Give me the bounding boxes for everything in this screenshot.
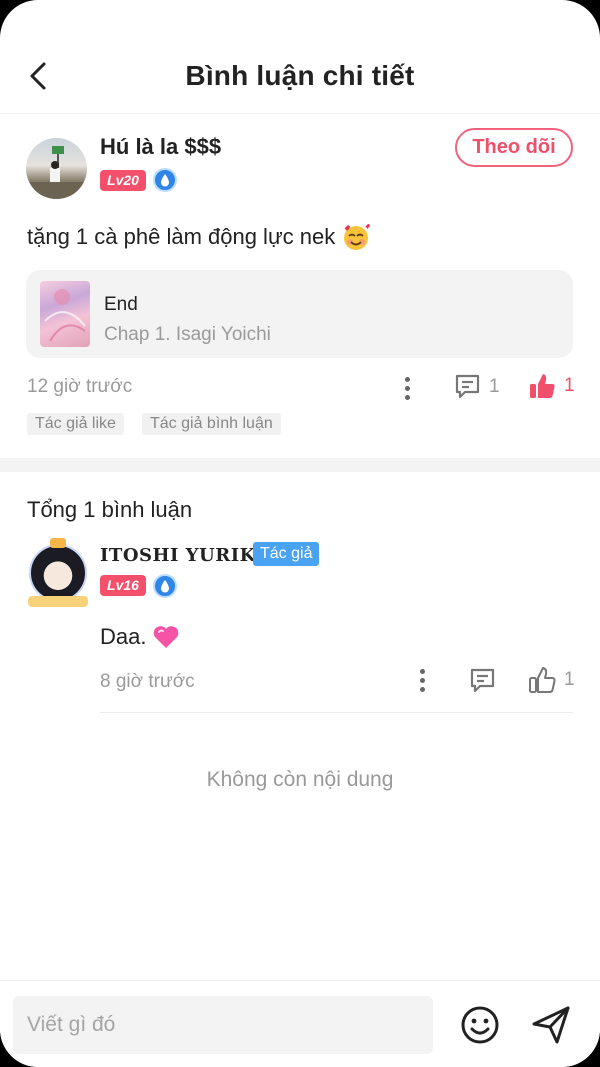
comment-icon [470, 668, 495, 693]
comment-text: Daa. [100, 624, 147, 649]
reply-button[interactable] [469, 667, 496, 694]
avatar[interactable] [26, 138, 87, 199]
level-badge: Lv20 [100, 170, 146, 191]
page-title: Bình luận chi tiết [185, 60, 415, 91]
author-badge: Tác giả [253, 542, 320, 566]
comment-username[interactable]: ITOSHI YURIKO [100, 545, 271, 566]
thumbs-up-outline-icon [529, 667, 556, 693]
chapter-reference-card[interactable]: End Chap 1. Isagi Yoichi [26, 270, 573, 358]
end-of-content-label: Không còn nội dung [206, 768, 394, 791]
comment-like-button[interactable]: 1 [528, 666, 575, 694]
emoji-button[interactable] [459, 1004, 501, 1046]
section-divider [0, 458, 600, 472]
post: Hú là la $$$ Lv20 Theo dõi tặng 1 cà phê… [0, 114, 600, 458]
reference-title: End [104, 294, 138, 315]
comment-divider [100, 712, 573, 713]
comment-input[interactable] [13, 996, 433, 1054]
pink-heart-icon [154, 626, 179, 648]
smiley-icon [461, 1006, 499, 1044]
vip-badge-icon [153, 168, 177, 192]
comment-level-badge: Lv16 [100, 575, 146, 596]
screen: Bình luận chi tiết Hú là la $$$ Lv20 The… [0, 0, 600, 1067]
more-options-button[interactable] [397, 374, 417, 402]
send-button[interactable] [529, 1003, 573, 1047]
header: Bình luận chi tiết [0, 0, 600, 114]
smiling-face-with-hearts-icon [344, 224, 371, 250]
comment-content: Daa. [100, 624, 180, 650]
like-count: 1 [564, 375, 575, 396]
tag-author-liked: Tác giả like [27, 413, 124, 435]
comment-composer [0, 980, 600, 1067]
post-content: tặng 1 cà phê làm động lực nek [27, 222, 371, 252]
comment-like-count: 1 [564, 669, 575, 690]
comment-button[interactable]: 1 [454, 373, 500, 400]
reference-subtitle: Chap 1. Isagi Yoichi [104, 324, 271, 345]
follow-button[interactable]: Theo dõi [455, 128, 573, 167]
post-username[interactable]: Hú là la $$$ [100, 134, 221, 160]
total-comments-label: Tổng 1 bình luận [27, 497, 193, 522]
comment-count: 1 [489, 375, 500, 397]
comment-icon [455, 374, 480, 399]
comment-vip-badge-icon [153, 574, 177, 598]
post-text: tặng 1 cà phê làm động lực nek [27, 224, 336, 249]
send-icon [532, 1006, 570, 1044]
tag-author-commented: Tác giả bình luận [142, 413, 281, 435]
post-time: 12 giờ trước [27, 376, 133, 397]
comment-time: 8 giờ trước [100, 671, 195, 692]
thumbs-up-filled-icon [530, 374, 555, 398]
chapter-thumbnail [40, 281, 90, 347]
like-button[interactable]: 1 [528, 372, 575, 400]
comment-more-options-button[interactable] [412, 666, 432, 694]
avatar-image [26, 146, 87, 199]
comment-avatar[interactable] [24, 538, 92, 608]
